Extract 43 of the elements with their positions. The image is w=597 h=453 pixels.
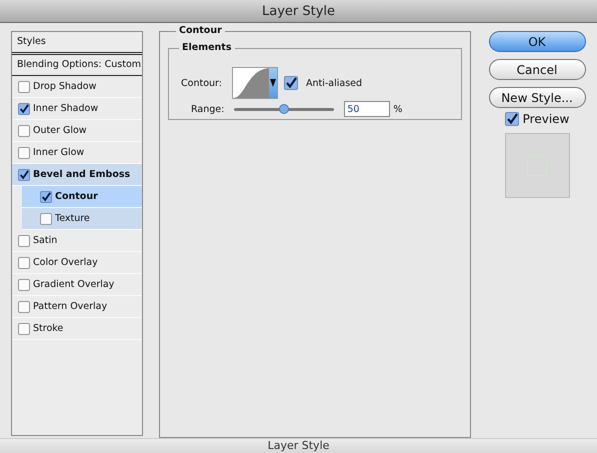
range-label: Range:	[191, 104, 224, 114]
panel-title: Contour	[176, 25, 225, 36]
styles-header: Styles	[12, 32, 142, 55]
style-item[interactable]: Gradient Overlay	[12, 274, 142, 296]
checkbox[interactable]	[504, 112, 519, 126]
checkbox[interactable]	[18, 168, 30, 180]
style-item[interactable]: Satin	[12, 230, 142, 252]
checkbox[interactable]	[18, 102, 30, 114]
style-item[interactable]: Pattern Overlay	[12, 296, 142, 318]
style-item[interactable]: Color Overlay	[12, 252, 142, 274]
window-title: Layer Style	[262, 4, 336, 18]
blending-options-item[interactable]: Blending Options: Custom	[12, 55, 142, 76]
style-item[interactable]: Texture	[22, 208, 142, 230]
slider-thumb[interactable]	[279, 104, 290, 114]
preview-thumbnail	[504, 133, 570, 198]
percent-unit: %	[393, 104, 402, 114]
style-item[interactable]: Inner Shadow	[12, 98, 142, 120]
checkbox[interactable]	[18, 146, 30, 158]
checkbox[interactable]	[18, 124, 30, 136]
checkbox[interactable]	[18, 256, 30, 268]
preview-label: Preview	[522, 112, 570, 126]
checkbox[interactable]	[18, 322, 30, 334]
style-item[interactable]: Contour	[22, 186, 142, 208]
checkbox[interactable]	[18, 234, 30, 246]
curve-icon	[232, 68, 269, 98]
ok-button[interactable]: OK	[488, 31, 586, 52]
checkbox[interactable]	[284, 76, 298, 90]
checkbox[interactable]	[18, 80, 30, 92]
checkbox[interactable]	[18, 278, 30, 290]
style-item[interactable]: Bevel and Emboss	[12, 164, 142, 186]
window-title: Layer Style	[268, 439, 330, 453]
group-title: Elements	[179, 42, 234, 53]
style-item[interactable]: Outer Glow	[12, 120, 142, 142]
anti-aliased-label: Anti-aliased	[306, 78, 362, 88]
style-item[interactable]: Stroke	[12, 318, 142, 340]
checkbox[interactable]	[40, 212, 52, 224]
checkbox[interactable]	[18, 300, 30, 312]
checkbox[interactable]	[40, 190, 52, 202]
range-field[interactable]: 50	[344, 101, 390, 117]
style-item[interactable]: Drop Shadow	[12, 76, 142, 98]
cancel-button[interactable]: Cancel	[488, 59, 586, 80]
new-style-button[interactable]: New Style...	[488, 87, 586, 108]
contour-label: Contour:	[181, 78, 222, 88]
